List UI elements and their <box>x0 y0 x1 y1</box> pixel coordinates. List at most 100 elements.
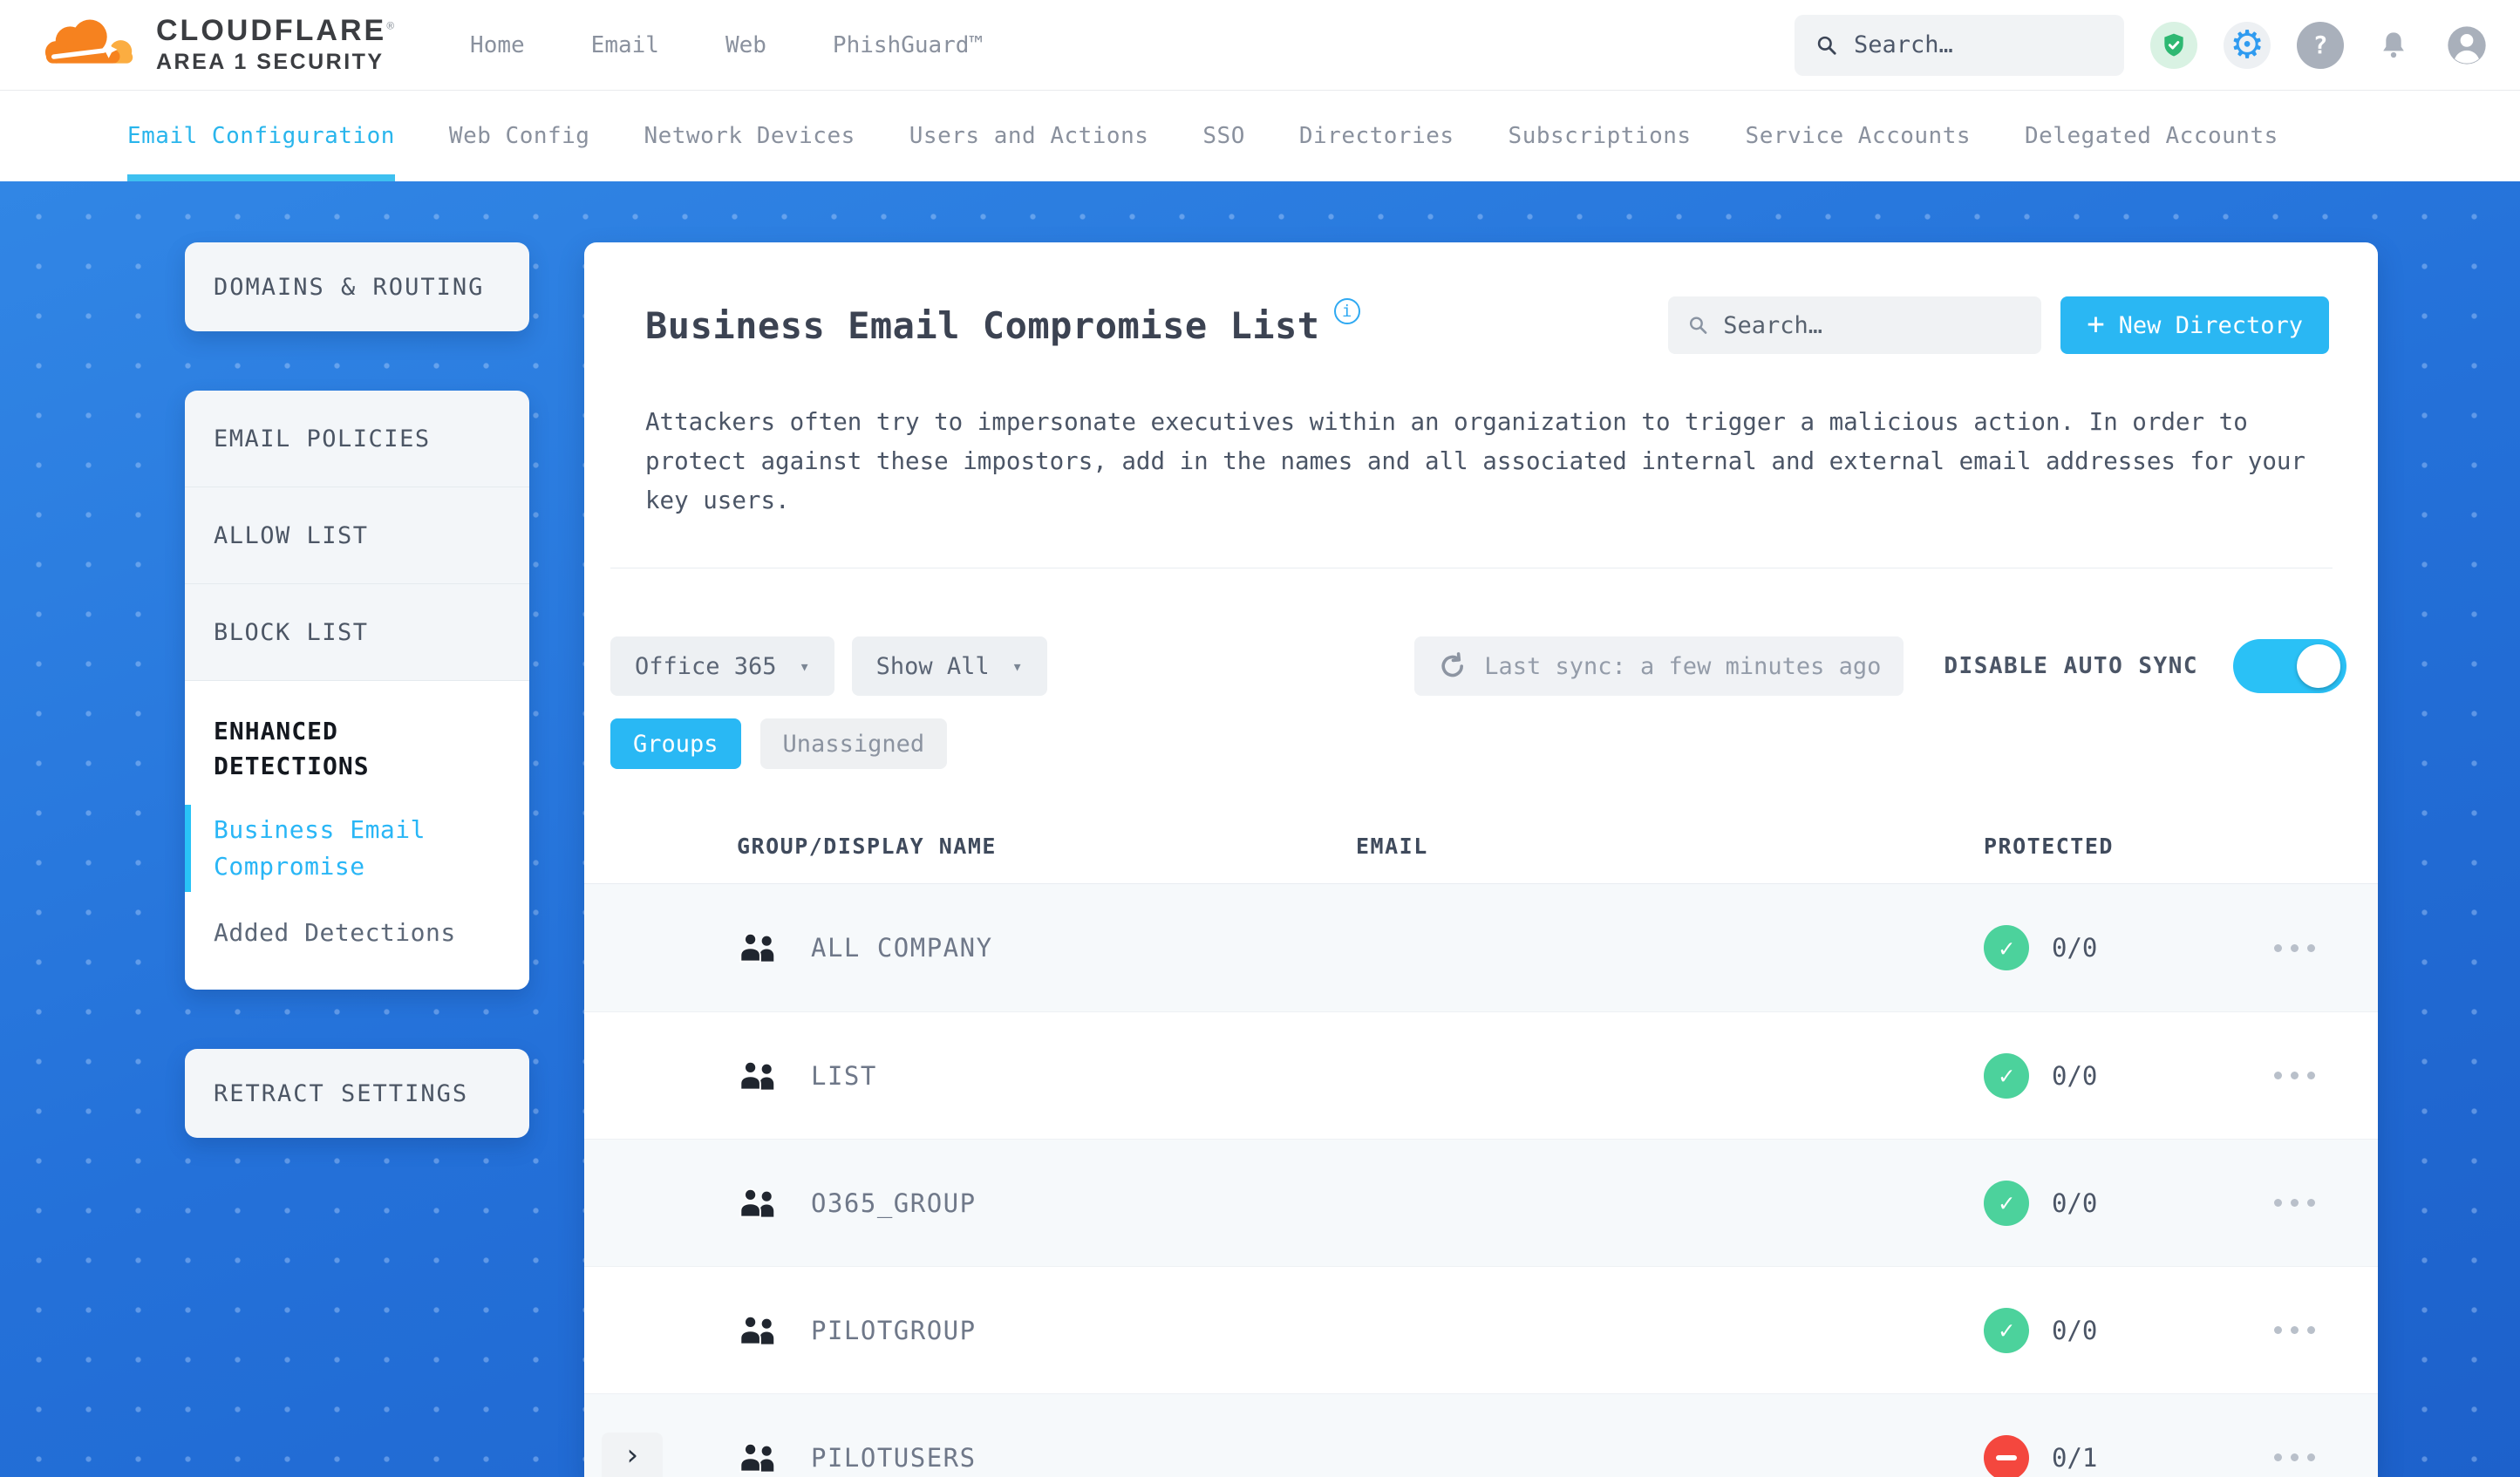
chip-groups[interactable]: Groups <box>610 718 741 769</box>
account-button[interactable] <box>2443 22 2490 69</box>
top-bar-right: ⚙ ? <box>1795 14 2490 76</box>
group-icon <box>737 1442 811 1473</box>
last-sync-button[interactable]: Last sync: a few minutes ago <box>1414 636 1904 696</box>
protected-count: 0/0 <box>2052 1188 2098 1218</box>
sidebar-item-enhanced-detections[interactable]: ENHANCED DETECTIONS <box>214 714 501 784</box>
tab-network-devices[interactable]: Network Devices <box>644 91 855 181</box>
show-filter-dropdown[interactable]: Show All ▾ <box>851 636 1047 696</box>
question-icon: ? <box>2312 31 2328 59</box>
group-icon <box>737 933 811 963</box>
protected-count: 0/0 <box>2052 933 2098 963</box>
group-name: ALL COMPANY <box>811 933 993 963</box>
settings-button[interactable]: ⚙ <box>2224 21 2271 69</box>
brand-subtitle: AREA 1 SECURITY <box>156 50 385 75</box>
tab-users-and-actions[interactable]: Users and Actions <box>909 91 1149 181</box>
topnav-item-web[interactable]: Web <box>725 32 766 58</box>
group-name: O365_GROUP <box>811 1188 977 1218</box>
global-search[interactable] <box>1795 14 2124 76</box>
search-icon <box>1690 316 1707 334</box>
protected-count: 0/0 <box>2052 1060 2098 1091</box>
topnav-item-home[interactable]: Home <box>470 32 525 58</box>
filter-row: Office 365 ▾ Show All ▾ Last sync: a few… <box>584 636 2378 696</box>
brand-mark: ® <box>386 19 398 32</box>
new-directory-button[interactable]: + New Directory <box>2060 296 2329 354</box>
sidebar-item-email-policies[interactable]: EMAIL POLICIES <box>185 391 529 487</box>
show-filter-value: Show All <box>875 652 990 680</box>
chevron-down-icon: ▾ <box>1011 656 1023 677</box>
bell-icon <box>2383 31 2404 58</box>
tab-email-configuration[interactable]: Email Configuration <box>127 91 395 181</box>
tab-sso[interactable]: SSO <box>1202 91 1244 181</box>
sidebar-card-domains-routing[interactable]: DOMAINS & ROUTING <box>185 242 529 331</box>
sidebar-link-added-detections[interactable]: Added Detections <box>214 915 501 951</box>
global-search-input[interactable] <box>1854 31 2103 58</box>
expand-row-button[interactable]: › <box>602 1432 663 1477</box>
auto-sync-toggle[interactable] <box>2233 639 2346 693</box>
brand-text: CLOUDFLARE® AREA 1 SECURITY <box>156 14 398 75</box>
sidebar-card-retract[interactable]: RETRACT SETTINGS <box>185 1049 529 1138</box>
sidebar-item-block-list[interactable]: BLOCK LIST <box>185 584 529 681</box>
row-menu-button[interactable] <box>2262 932 2327 964</box>
row-menu-button[interactable] <box>2262 1059 2327 1092</box>
table-row: › O365_GROUP ✓ 0/0 <box>584 1139 2378 1266</box>
column-header-email: EMAIL <box>1356 834 1428 859</box>
brand-name: CLOUDFLARE <box>156 14 387 48</box>
tab-web-config[interactable]: Web Config <box>449 91 590 181</box>
row-menu-button[interactable] <box>2262 1187 2327 1219</box>
info-icon[interactable]: i <box>1333 298 1360 324</box>
protected-cell: ✓ 0/0 <box>1984 1052 2210 1099</box>
row-menu-button[interactable] <box>2262 1314 2327 1346</box>
notifications-button[interactable] <box>2370 22 2417 69</box>
table-row: › ALL COMPANY ✓ 0/0 <box>584 884 2378 1011</box>
directory-filter-dropdown[interactable]: Office 365 ▾ <box>610 636 834 696</box>
chevron-right-icon: › <box>623 1437 642 1473</box>
minus-icon <box>1996 1454 2017 1460</box>
panel-header: Business Email Compromise List i + New D… <box>584 242 2378 354</box>
list-search[interactable] <box>1668 296 2042 354</box>
tab-directories[interactable]: Directories <box>1299 91 1454 181</box>
status-ok-icon: ✓ <box>1984 925 2029 970</box>
tab-subscriptions[interactable]: Subscriptions <box>1509 91 1692 181</box>
tab-delegated-accounts[interactable]: Delegated Accounts <box>2025 91 2278 181</box>
chevron-down-icon: ▾ <box>799 656 810 677</box>
group-icon <box>737 1315 811 1345</box>
account-icon <box>2448 25 2486 65</box>
table-row: › PILOTGROUP ✓ 0/0 <box>584 1266 2378 1393</box>
protected-cell: ✓ 0/0 <box>1984 1307 2210 1353</box>
content-canvas: DOMAINS & ROUTING EMAIL POLICIES ALLOW LI… <box>0 181 2520 1477</box>
protected-cell: ✓ 0/0 <box>1984 925 2210 970</box>
topnav-item-phishguard-[interactable]: PhishGuard™ <box>833 32 983 58</box>
sidebar: DOMAINS & ROUTING EMAIL POLICIES ALLOW LI… <box>185 242 529 1138</box>
last-sync-label: Last sync: a few minutes ago <box>1484 652 1882 680</box>
column-header-protected: PROTECTED <box>1984 834 2114 859</box>
section-tab-bar: Email Configuration Web Config Network Dev… <box>0 91 2520 181</box>
table-row: › PILOTUSERS 0/1 <box>584 1393 2378 1477</box>
protected-count: 0/0 <box>2052 1315 2098 1345</box>
shield-check-icon <box>2164 33 2183 57</box>
refresh-icon <box>1441 652 1464 677</box>
directory-filter-value: Office 365 <box>635 652 777 680</box>
sidebar-item-retract-settings[interactable]: RETRACT SETTINGS <box>185 1049 529 1138</box>
sidebar-group-enhanced-detections: ENHANCED DETECTIONS Business Email Compr… <box>185 681 529 990</box>
cloudflare-logo: CLOUDFLARE® AREA 1 SECURITY <box>41 14 397 77</box>
group-name: LIST <box>811 1060 877 1091</box>
topnav-item-email[interactable]: Email <box>591 32 659 58</box>
main-panel: Business Email Compromise List i + New D… <box>584 242 2378 1477</box>
row-menu-button[interactable] <box>2262 1441 2327 1474</box>
security-status-button[interactable] <box>2150 21 2197 69</box>
toggle-knob <box>2297 644 2340 688</box>
new-directory-label: New Directory <box>2118 311 2303 339</box>
status-blocked-icon <box>1984 1434 2029 1477</box>
sidebar-item-allow-list[interactable]: ALLOW LIST <box>185 487 529 584</box>
column-header-group-name: GROUP/DISPLAY NAME <box>737 834 997 859</box>
list-search-input[interactable] <box>1723 311 2023 339</box>
plus-icon: + <box>2087 306 2105 342</box>
tab-service-accounts[interactable]: Service Accounts <box>1746 91 1971 181</box>
auto-sync-label: DISABLE AUTO SYNC <box>1944 653 2198 679</box>
table-row: › LIST ✓ 0/0 <box>584 1011 2378 1139</box>
help-button[interactable]: ? <box>2297 21 2344 69</box>
chip-unassigned[interactable]: Unassigned <box>759 718 948 769</box>
sidebar-link-business-email-compromise[interactable]: Business Email Compromise <box>185 805 501 892</box>
top-nav: Home Email Web PhishGuard™ <box>470 32 983 58</box>
sidebar-item-domains-routing[interactable]: DOMAINS & ROUTING <box>185 242 529 331</box>
